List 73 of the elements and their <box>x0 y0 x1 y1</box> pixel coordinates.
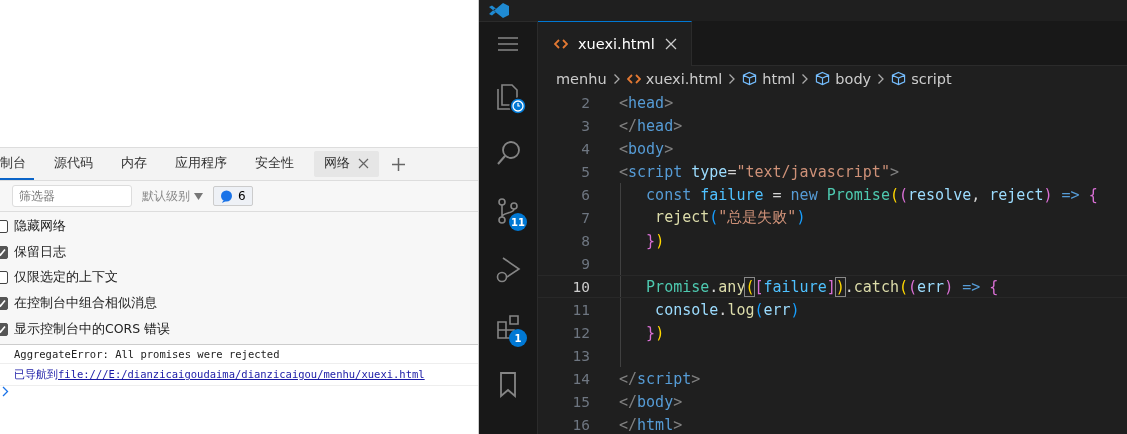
line-number: 9 <box>580 255 590 272</box>
prompt-icon <box>2 385 9 397</box>
code-line: }) <box>645 323 665 342</box>
add-icon[interactable] <box>391 156 406 172</box>
line-number: 16 <box>571 416 590 433</box>
code-line: <script type="text/javascript"> <box>619 162 899 181</box>
console-message: 已导航到 <box>14 367 58 381</box>
line-number: 7 <box>580 209 590 226</box>
notification-badge: 1 <box>509 329 527 347</box>
breadcrumb-item[interactable]: body <box>835 70 872 87</box>
line-number: 3 <box>580 117 590 134</box>
run-debug-icon[interactable] <box>496 257 521 283</box>
code-line: </head> <box>619 116 683 135</box>
chevron-icon <box>612 72 621 85</box>
code-line: </script> <box>619 369 701 388</box>
line-number: 14 <box>571 370 590 387</box>
cube-icon <box>815 71 831 86</box>
chevron-icon <box>877 72 886 85</box>
breadcrumb-item[interactable]: script <box>911 70 952 87</box>
devtools-tab[interactable]: 内存 <box>113 148 155 180</box>
notification-badge: 11 <box>509 213 527 231</box>
message-icon <box>220 189 233 203</box>
close-icon[interactable] <box>358 157 369 169</box>
html-file-icon <box>554 38 568 50</box>
line-number: 11 <box>571 301 590 318</box>
checkbox-label: 在控制台中组合相似消息 <box>14 295 157 313</box>
code-line: </html> <box>619 415 683 434</box>
code-line: <body> <box>619 139 674 158</box>
search-icon[interactable] <box>497 141 520 165</box>
checkbox-label: 仅限选定的上下文 <box>14 269 118 287</box>
code-line: console.log(err) <box>654 300 800 319</box>
console-message: AggregateError: All promises were rejected <box>14 347 280 360</box>
cube-icon <box>891 71 907 86</box>
html-file-icon <box>626 72 641 85</box>
app-logo-icon <box>489 3 509 18</box>
code-line: const failure = new Promise((resolve, reject) => { <box>645 185 1098 204</box>
line-number: 2 <box>580 94 590 111</box>
line-number: 13 <box>571 347 590 364</box>
line-number: 15 <box>571 393 590 410</box>
code-line: }) <box>645 231 665 250</box>
line-number: 4 <box>580 140 590 157</box>
files-icon[interactable] <box>497 84 518 110</box>
log-level-dropdown[interactable]: 默认级别 <box>142 187 203 205</box>
menu-icon[interactable] <box>498 37 518 51</box>
devtools-tab[interactable]: 源代码 <box>46 148 101 180</box>
code-line: reject("总是失败") <box>654 208 806 227</box>
chevron-icon <box>801 72 810 85</box>
chevron-icon <box>728 72 737 85</box>
line-number: 8 <box>580 232 590 249</box>
code-line: </body> <box>619 392 683 411</box>
devtools-tab[interactable]: 应用程序 <box>167 148 235 180</box>
clock-badge-icon <box>509 97 527 115</box>
line-number: 12 <box>571 324 590 341</box>
breadcrumb-item[interactable]: menhu <box>556 70 607 87</box>
breadcrumb-item[interactable]: html <box>762 70 796 87</box>
line-number: 5 <box>580 163 590 180</box>
breadcrumb-item[interactable]: xuexi.html <box>645 70 723 87</box>
message-count-button[interactable]: 6 <box>213 186 253 206</box>
cube-icon <box>742 71 758 86</box>
devtools-tab[interactable]: 网络 <box>314 151 379 177</box>
line-number: 10 <box>571 278 590 295</box>
checkbox-label: 隐藏网络 <box>14 218 66 236</box>
bookmark-icon[interactable] <box>500 372 516 398</box>
dropdown-caret-icon <box>194 192 203 200</box>
filter-field[interactable]: 筛选器 <box>12 185 132 207</box>
checkbox-label: 显示控制台中的CORS 错误 <box>14 320 171 338</box>
line-number: 6 <box>580 186 590 203</box>
devtools-tab[interactable]: 安全性 <box>247 148 302 180</box>
checkbox-label: 保留日志 <box>14 243 66 261</box>
code-line: <head> <box>619 93 674 112</box>
editor-tab[interactable]: xuexi.html <box>538 21 692 66</box>
file-link[interactable]: file:///E:/dianzicaigoudaima/dianzicaigou/menhu/xuexi.html <box>58 367 425 380</box>
code-line: Promise.any([failure]).catch((err) => { <box>645 277 999 296</box>
